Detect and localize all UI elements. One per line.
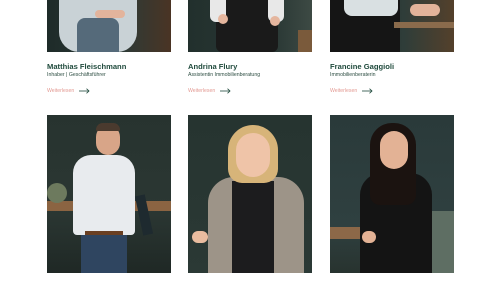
team-photo: [330, 115, 454, 273]
read-more-label: Weiterlesen: [188, 88, 216, 94]
arrow-right-icon: [79, 88, 90, 94]
read-more-label: Weiterlesen: [47, 88, 75, 94]
team-member-role: Immobilienberaterin: [330, 72, 376, 78]
arrow-right-icon: [220, 88, 231, 94]
team-photo: [47, 115, 171, 273]
read-more-label: Weiterlesen: [330, 88, 358, 94]
arrow-right-icon: [362, 88, 373, 94]
team-member-name: Francine Gaggioli: [330, 62, 395, 71]
team-member-name: Andrina Flury: [188, 62, 238, 71]
team-member-role: Inhaber | Geschäftsführer: [47, 72, 106, 78]
read-more-link[interactable]: Weiterlesen: [330, 86, 373, 96]
team-photo: [188, 115, 312, 273]
team-photo: [47, 0, 171, 52]
team-photo: [330, 0, 454, 52]
team-member-role: Assistentin Immobilienberatung: [188, 72, 261, 78]
read-more-link[interactable]: Weiterlesen: [47, 86, 90, 96]
read-more-link[interactable]: Weiterlesen: [188, 86, 231, 96]
team-photo: [188, 0, 312, 52]
team-member-name: Matthias Fleischmann: [47, 62, 127, 71]
